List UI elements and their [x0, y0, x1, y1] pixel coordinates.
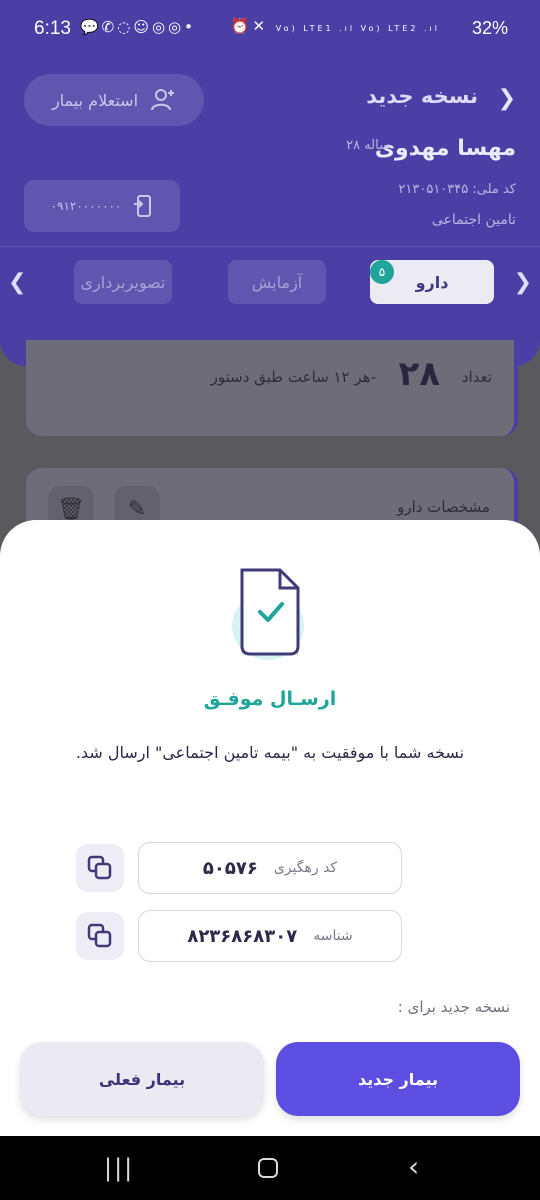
dosage-instructions: هر ۱۲ ساعت طبق دستور- [210, 368, 376, 386]
back-icon[interactable]: ‹ [408, 1150, 419, 1183]
signal-icon: Vo) LTE1 .ıl Vo) LTE2 .ıl [275, 24, 440, 33]
new-prescription-label: نسخه جدید برای : [397, 998, 510, 1016]
system-nav-bar: ||| ‹ [0, 1136, 540, 1200]
patient-inquiry-button[interactable]: استعلام بیمار [24, 74, 204, 126]
copy-tracking-button[interactable] [76, 844, 124, 892]
success-message: نسخه شما با موفقیت به "بیمه تامین اجتماع… [75, 743, 465, 762]
tab-test[interactable]: آزمایش [228, 260, 326, 304]
tracking-code-value: ۵۰۵۷۶ [202, 857, 258, 879]
back-chevron-icon[interactable]: ❯ [498, 86, 516, 111]
patient-age: ۲۸ ساله [346, 138, 390, 153]
tabs-scroll-right-icon[interactable]: ❯ [514, 270, 532, 295]
tracking-code-label: کد رهگیری [273, 860, 338, 876]
current-patient-button[interactable]: بیمار فعلی [20, 1042, 264, 1116]
id-field: شناسه ۸۲۳۶۸۶۸۳۰۷ [138, 910, 402, 962]
system-icons: ⏰✕ Vo) LTE1 .ıl Vo) LTE2 .ıl [231, 17, 440, 35]
drug-card: تعداد ۲۸ هر ۱۲ ساعت طبق دستور- [26, 340, 518, 436]
copy-id-button[interactable] [76, 912, 124, 960]
national-code: کد ملی: ۲۱۳۰۵۱۰۳۴۵ [398, 182, 516, 197]
tab-imaging[interactable]: تصویربرداری [74, 260, 172, 304]
prescription-header: ❯ نسخه جدید استعلام بیمار مهسا مهدوی ۲۸ … [0, 44, 540, 366]
quantity-label: تعداد [461, 368, 492, 386]
success-bottom-sheet: ارسـال موفـق نسخه شما با موفقیت به "بیمه… [0, 520, 540, 1136]
alarm-mute-icons: ⏰✕ [230, 17, 269, 35]
phone-number-box[interactable]: ۰۹۱۲۰۰۰۰۰۰۰ [24, 180, 180, 232]
page-title: نسخه جدید [366, 84, 478, 108]
drug-spec-label: مشخصات دارو [397, 498, 490, 516]
document-check-icon [232, 568, 304, 660]
inquiry-label: استعلام بیمار [51, 90, 139, 110]
patient-name: مهسا مهدوی [374, 136, 516, 161]
success-title: ارسـال موفـق [203, 688, 337, 710]
quantity-value: ۲۸ [398, 354, 440, 394]
tabs-scroll-left-icon[interactable]: ❮ [8, 270, 26, 295]
copy-icon [87, 923, 112, 948]
notification-icons: 💬✆◌☺◎◎• [80, 18, 196, 36]
add-user-icon [151, 89, 175, 111]
home-icon[interactable] [258, 1158, 278, 1178]
battery-level: 32% [471, 18, 508, 38]
header-divider [0, 246, 540, 247]
drug-count-badge: ۵ [370, 260, 394, 284]
tracking-code-field: کد رهگیری ۵۰۵۷۶ [138, 842, 402, 894]
id-value: ۸۲۳۶۸۶۸۳۰۷ [187, 925, 298, 947]
status-time: 6:13 [34, 18, 71, 39]
phone-number: ۰۹۱۲۰۰۰۰۰۰۰ [50, 199, 122, 213]
insurance-provider: تامین اجتماعی [431, 212, 516, 228]
copy-icon [87, 855, 112, 880]
status-bar: 6:13 💬✆◌☺◎◎• ⏰✕ Vo) LTE1 .ıl Vo) LTE2 .ı… [0, 0, 540, 44]
phone-sync-icon [134, 195, 152, 217]
id-label: شناسه [313, 928, 353, 944]
recent-apps-icon[interactable]: ||| [104, 1154, 134, 1182]
new-patient-button[interactable]: بیمار جدید [276, 1042, 520, 1116]
